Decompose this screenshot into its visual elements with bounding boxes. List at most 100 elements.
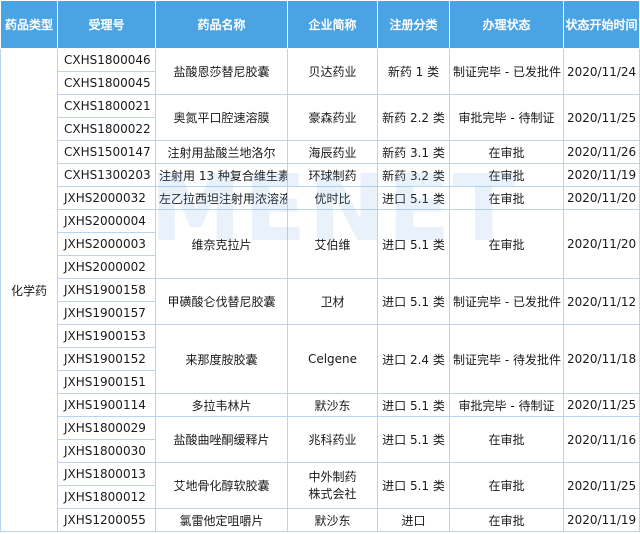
status-date-cell: 2020/11/20 [563, 209, 640, 279]
acceptance-number-cell: JXHS1800029 [57, 416, 156, 440]
company-cell: 默沙东 [287, 393, 378, 417]
table-row: CXHS1500147 注射用盐酸兰地洛尔 海辰药业 新药 3.1 类在审批 2020/… [1, 140, 640, 164]
header-registration-category: 注册分类 [377, 0, 450, 49]
status-cell: 制证完毕 - 已发批件 [449, 278, 564, 325]
status-cell: 在审批 [449, 462, 564, 509]
status-cell: 制证完毕 - 已发批件 [449, 48, 564, 95]
company-cell: 海辰药业 [287, 140, 378, 164]
drug-name-cell: 来那度胺胶囊 [155, 324, 288, 394]
drug-name-cell: 氯雷他定咀嚼片 [155, 508, 288, 532]
acceptance-number-cell: CXHS1800021 [57, 94, 156, 118]
company-cell: 贝达药业 [287, 48, 378, 95]
company-cell: 艾伯维 [287, 209, 378, 279]
header-status-start-time: 状态开始时间 [563, 0, 640, 49]
registration-category-cell: 进口 2.4 类 [377, 324, 450, 394]
company-cell: Celgene [287, 324, 378, 394]
drug-name-cell: 多拉韦林片 [155, 393, 288, 417]
table-row: JXHS2000004 维奈克拉片 艾伯维 进口 5.1 类在审批 2020/11/20 [1, 209, 640, 279]
status-date-cell: 2020/11/18 [563, 324, 640, 394]
acceptance-number-cell: CXHS1800045 [57, 71, 156, 95]
drug-name-cell: 注射用 13 种复合维生素 [155, 163, 288, 187]
status-cell: 在审批 [449, 209, 564, 279]
registration-category-cell: 进口 5.1 类 [377, 209, 450, 279]
drug-name-cell: 甲磺酸仑伐替尼胶囊 [155, 278, 288, 325]
drug-name-cell: 艾地骨化醇软胶囊 [155, 462, 288, 509]
drug-name-cell: 奥氮平口腔速溶膜 [155, 94, 288, 141]
status-date-cell: 2020/11/25 [563, 94, 640, 141]
header-acceptance-number: 受理号 [57, 0, 156, 49]
status-date-cell: 2020/11/20 [563, 186, 640, 210]
status-cell: 制证完毕 - 待发批件 [449, 324, 564, 394]
company-cell: 卫材 [287, 278, 378, 325]
registration-category-cell: 进口 5.1 类 [377, 393, 450, 417]
acceptance-number-cell: JXHS2000002 [57, 255, 156, 279]
table-row: JXHS2000032 左乙拉西坦注射用浓溶液 优时比 进口 5.1 类在审批 2020… [1, 186, 640, 210]
acceptance-number-cell: JXHS2000003 [57, 232, 156, 256]
registration-category-cell: 新药 1 类 [377, 48, 450, 95]
status-cell: 在审批 [449, 416, 564, 463]
status-cell: 审批完毕 - 待制证 [449, 393, 564, 417]
acceptance-number-cell: JXHS1900153 [57, 324, 156, 348]
status-date-cell: 2020/11/19 [563, 508, 640, 532]
status-cell: 在审批 [449, 163, 564, 187]
registration-category-cell: 进口 5.1 类 [377, 186, 450, 210]
company-cell: 豪森药业 [287, 94, 378, 141]
registration-category-cell: 新药 3.2 类 [377, 163, 450, 187]
table-row: JXHS1900114 多拉韦林片 默沙东 进口 5.1 类审批完毕 - 待制证 202… [1, 393, 640, 417]
drug-name-cell: 左乙拉西坦注射用浓溶液 [155, 186, 288, 210]
drug-name-cell: 盐酸恩莎替尼胶囊 [155, 48, 288, 95]
status-date-cell: 2020/11/16 [563, 416, 640, 463]
table-row: JXHS1200055 氯雷他定咀嚼片 默沙东 进口 在审批 2020/11/19 [1, 508, 640, 532]
status-date-cell: 2020/11/24 [563, 48, 640, 95]
table-row: JXHS1800029 盐酸曲唑酮缓释片 兆科药业 进口 5.1 类在审批 2020/1… [1, 416, 640, 463]
table-row: 化学药 CXHS1800046 盐酸恩莎替尼胶囊 贝达药业 新药 1 类制证完毕 - 已… [0, 48, 640, 532]
header-company: 企业简称 [287, 0, 378, 49]
acceptance-number-cell: JXHS1900158 [57, 278, 156, 302]
drug-approval-table: 药品类型 受理号 药品名称 企业简称 注册分类 办理状态 状态开始时间 化学药 C… [0, 0, 640, 532]
acceptance-number-cell: CXHS1800022 [57, 117, 156, 141]
company-cell: 兆科药业 [287, 416, 378, 463]
drug-type-cell: 化学药 [0, 48, 58, 532]
acceptance-number-cell: JXHS1900151 [57, 370, 156, 394]
registration-category-cell: 进口 5.1 类 [377, 416, 450, 463]
acceptance-number-cell: JXHS1800012 [57, 485, 156, 509]
status-cell: 在审批 [449, 186, 564, 210]
header-status: 办理状态 [449, 0, 564, 49]
acceptance-number-cell: CXHS1800046 [57, 48, 156, 72]
registration-category-cell: 进口 5.1 类 [377, 462, 450, 509]
acceptance-number-cell: JXHS1200055 [57, 508, 156, 532]
registration-category-cell: 进口 5.1 类 [377, 278, 450, 325]
acceptance-number-cell: JXHS1900157 [57, 301, 156, 325]
acceptance-number-cell: JXHS2000032 [57, 186, 156, 210]
table-row: JXHS1800013 艾地骨化醇软胶囊 中外制药 株式会社 进口 5.1 类在审批 2… [1, 462, 640, 509]
header-drug-type: 药品类型 [0, 0, 58, 49]
header-drug-name: 药品名称 [155, 0, 288, 49]
status-date-cell: 2020/11/25 [563, 393, 640, 417]
acceptance-number-cell: JXHS1800013 [57, 462, 156, 486]
acceptance-number-cell: CXHS1500147 [57, 140, 156, 164]
status-date-cell: 2020/11/19 [563, 163, 640, 187]
registration-category-cell: 新药 3.1 类 [377, 140, 450, 164]
company-cell: 默沙东 [287, 508, 378, 532]
acceptance-number-cell: CXHS1300203 [57, 163, 156, 187]
status-cell: 审批完毕 - 待制证 [449, 94, 564, 141]
registration-category-cell: 新药 2.2 类 [377, 94, 450, 141]
status-cell: 在审批 [449, 140, 564, 164]
acceptance-number-cell: JXHS2000004 [57, 209, 156, 233]
company-cell: 中外制药 株式会社 [287, 462, 378, 509]
acceptance-number-cell: JXHS1900114 [57, 393, 156, 417]
company-cell: 环球制药 [287, 163, 378, 187]
company-cell: 优时比 [287, 186, 378, 210]
table-row: CXHS1800021 奥氮平口腔速溶膜 豪森药业 新药 2.2 类审批完毕 - 待制… [1, 94, 640, 141]
table-row: JXHS1900158 甲磺酸仑伐替尼胶囊 卫材 进口 5.1 类制证完毕 - 已发批… [1, 278, 640, 325]
table-body: 化学药 CXHS1800046 盐酸恩莎替尼胶囊 贝达药业 新药 1 类制证完毕 - 已… [0, 48, 640, 532]
table-row: CXHS1300203 注射用 13 种复合维生素 环球制药 新药 3.2 类在审批 2… [1, 163, 640, 187]
registration-category-cell: 进口 [377, 508, 450, 532]
status-date-cell: 2020/11/25 [563, 462, 640, 509]
acceptance-number-cell: JXHS1900152 [57, 347, 156, 371]
table-row: JXHS1900153 来那度胺胶囊 Celgene 进口 2.4 类制证完毕 - 待… [1, 324, 640, 394]
drug-name-cell: 注射用盐酸兰地洛尔 [155, 140, 288, 164]
status-cell: 在审批 [449, 508, 564, 532]
acceptance-number-cell: JXHS1800030 [57, 439, 156, 463]
status-date-cell: 2020/11/26 [563, 140, 640, 164]
